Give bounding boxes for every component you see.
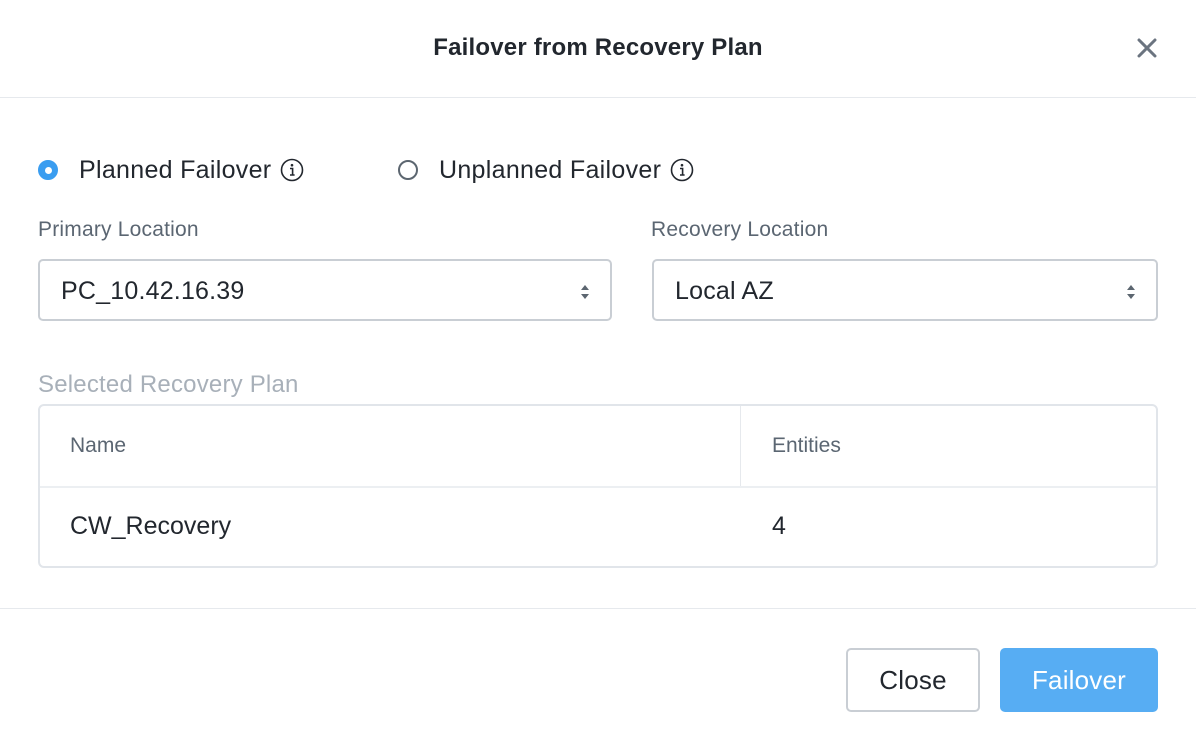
dialog-title: Failover from Recovery Plan <box>433 34 763 61</box>
radio-planned-failover[interactable]: Planned Failover <box>38 152 304 188</box>
radio-unplanned-failover[interactable]: Unplanned Failover <box>398 152 694 188</box>
sort-arrows-icon <box>580 283 590 301</box>
recovery-plan-name: CW_Recovery <box>70 512 232 540</box>
primary-location-value: PC_10.42.16.39 <box>61 277 245 305</box>
dialog-header: Failover from Recovery Plan <box>0 0 1196 98</box>
radio-button-checked[interactable] <box>38 160 58 180</box>
close-icon[interactable] <box>1131 32 1163 64</box>
recovery-plan-entities: 4 <box>772 512 786 540</box>
column-divider <box>740 406 741 486</box>
recovery-location-value: Local AZ <box>675 277 774 305</box>
primary-location-label: Primary Location <box>38 218 199 241</box>
column-header-entities: Entities <box>772 434 841 457</box>
radio-button-unchecked[interactable] <box>398 160 418 180</box>
recovery-plan-table: Name Entities CW_Recovery 4 <box>38 404 1158 568</box>
failover-button[interactable]: Failover <box>1000 648 1158 712</box>
planned-failover-label: Planned Failover <box>79 155 272 184</box>
recovery-location-label: Recovery Location <box>651 218 829 241</box>
table-row: CW_Recovery 4 <box>40 488 1156 566</box>
unplanned-failover-label: Unplanned Failover <box>439 155 662 184</box>
primary-location-select[interactable]: PC_10.42.16.39 <box>38 259 612 321</box>
column-header-name: Name <box>70 434 127 457</box>
table-header: Name Entities <box>40 406 1156 488</box>
recovery-location-select[interactable]: Local AZ <box>652 259 1158 321</box>
selected-recovery-plan-label: Selected Recovery Plan <box>38 371 299 398</box>
sort-arrows-icon <box>1126 283 1136 301</box>
info-icon[interactable] <box>280 158 304 182</box>
footer-divider <box>0 608 1196 609</box>
failover-dialog: Failover from Recovery Plan Planned Fail… <box>0 0 1196 750</box>
info-icon[interactable] <box>670 158 694 182</box>
close-button[interactable]: Close <box>846 648 980 712</box>
